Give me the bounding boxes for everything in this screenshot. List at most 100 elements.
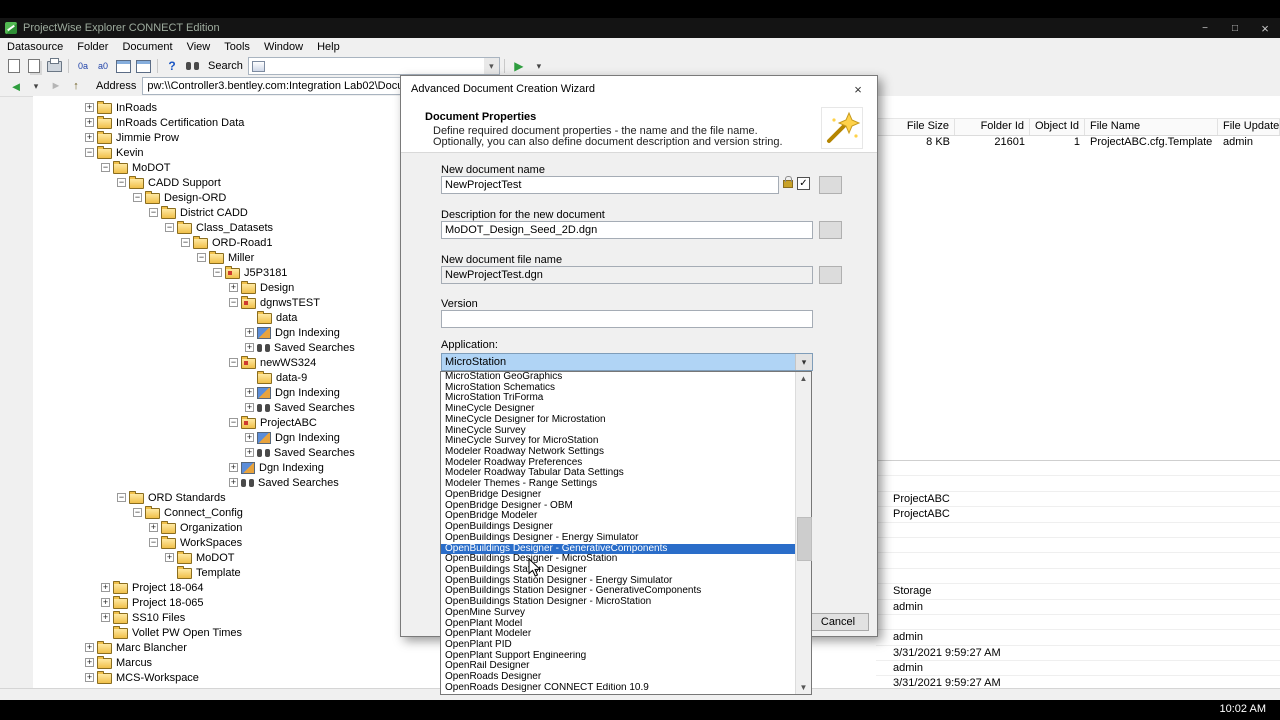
new-document-name-input[interactable] <box>441 176 779 194</box>
column-header-object-id[interactable]: Object Id <box>1030 119 1085 135</box>
expand-icon[interactable]: + <box>101 613 110 622</box>
column-header-file-size[interactable]: File Size <box>876 119 955 135</box>
dialog-titlebar[interactable]: Advanced Document Creation Wizard <box>401 76 877 102</box>
dropdown-option[interactable]: MineCycle Designer for Microstation <box>441 415 796 426</box>
dropdown-option[interactable]: OpenBuildings Station Designer - Energy … <box>441 576 796 587</box>
scroll-down-icon[interactable] <box>796 681 811 694</box>
expand-icon[interactable]: + <box>229 283 238 292</box>
menu-folder[interactable]: Folder <box>70 38 115 56</box>
close-button[interactable] <box>1250 18 1280 38</box>
copy-document-button[interactable] <box>24 57 44 75</box>
dropdown-option[interactable]: OpenBridge Modeler <box>441 511 796 522</box>
dropdown-option[interactable]: MineCycle Survey for MicroStation <box>441 436 796 447</box>
dropdown-option[interactable]: OpenRail Designer <box>441 661 796 672</box>
dropdown-option[interactable]: Modeler Roadway Network Settings <box>441 447 796 458</box>
collapse-icon[interactable]: − <box>149 538 158 547</box>
collapse-icon[interactable]: − <box>197 253 206 262</box>
expand-icon[interactable]: + <box>245 403 254 412</box>
description-input[interactable] <box>441 221 813 239</box>
menu-help[interactable]: Help <box>310 38 347 56</box>
collapse-icon[interactable]: − <box>213 268 222 277</box>
expand-icon[interactable]: + <box>101 583 110 592</box>
dropdown-option[interactable]: OpenBuildings Station Designer - MicroSt… <box>441 597 796 608</box>
sort-descending-button[interactable]: a0 <box>93 57 113 75</box>
run-search-button[interactable] <box>509 57 529 75</box>
expand-icon[interactable]: + <box>101 598 110 607</box>
dialog-close-button[interactable] <box>849 82 867 97</box>
dropdown-option[interactable]: OpenPlant Model <box>441 619 796 630</box>
dropdown-option[interactable]: OpenBridge Designer - OBM <box>441 501 796 512</box>
grid-view-button[interactable] <box>113 57 133 75</box>
dropdown-option[interactable]: Modeler Roadway Preferences <box>441 458 796 469</box>
dropdown-option[interactable]: MicroStation TriForma <box>441 393 796 404</box>
column-header-file-updated[interactable]: File Updated <box>1218 119 1280 135</box>
dropdown-option[interactable]: OpenBuildings Designer - MicroStation <box>441 554 796 565</box>
collapse-icon[interactable]: − <box>117 178 126 187</box>
expand-icon[interactable]: + <box>165 553 174 562</box>
dropdown-option[interactable]: OpenPlant Modeler <box>441 629 796 640</box>
menu-window[interactable]: Window <box>257 38 310 56</box>
expand-icon[interactable]: + <box>85 133 94 142</box>
maximize-button[interactable] <box>1220 18 1250 38</box>
dropdown-option[interactable]: Modeler Themes - Range Settings <box>441 479 796 490</box>
file-name-browse-button[interactable] <box>819 266 842 284</box>
dropdown-scrollbar[interactable] <box>795 372 812 694</box>
dropdown-option[interactable]: OpenRoads Designer <box>441 672 796 683</box>
dropdown-option[interactable]: OpenMine Survey <box>441 608 796 619</box>
expand-icon[interactable]: + <box>149 523 158 532</box>
expand-icon[interactable]: + <box>245 343 254 352</box>
help-button[interactable] <box>162 57 182 75</box>
scroll-up-icon[interactable] <box>796 372 811 385</box>
table-view-button[interactable] <box>133 57 153 75</box>
expand-icon[interactable]: + <box>85 643 94 652</box>
collapse-icon[interactable]: − <box>133 193 142 202</box>
menu-datasource[interactable]: Datasource <box>0 38 70 56</box>
collapse-icon[interactable]: − <box>85 148 94 157</box>
dropdown-option[interactable]: OpenBuildings Designer - GenerativeCompo… <box>441 543 796 555</box>
expand-icon[interactable]: + <box>85 658 94 667</box>
description-browse-button[interactable] <box>819 221 842 239</box>
scrollbar-thumb[interactable] <box>797 517 812 561</box>
expand-icon[interactable]: + <box>85 103 94 112</box>
expand-icon[interactable]: + <box>245 448 254 457</box>
collapse-icon[interactable]: − <box>229 418 238 427</box>
forward-button[interactable] <box>46 77 66 95</box>
application-select[interactable]: MicroStation <box>441 353 813 371</box>
dropdown-option[interactable]: OpenPlant PID <box>441 640 796 651</box>
expand-icon[interactable]: + <box>85 118 94 127</box>
menu-document[interactable]: Document <box>115 38 179 56</box>
menu-view[interactable]: View <box>180 38 218 56</box>
expand-icon[interactable]: + <box>245 328 254 337</box>
dropdown-option[interactable]: OpenBuildings Designer - Energy Simulato… <box>441 533 796 544</box>
expand-icon[interactable]: + <box>229 463 238 472</box>
collapse-icon[interactable]: − <box>229 358 238 367</box>
collapse-icon[interactable]: − <box>181 238 190 247</box>
document-list-row[interactable]: 8 KB 21601 1 ProjectABC.cfg.Template admin <box>876 135 1280 151</box>
dropdown-option[interactable]: MineCycle Survey <box>441 426 796 437</box>
collapse-icon[interactable]: − <box>133 508 142 517</box>
dropdown-option[interactable]: MicroStation GeoGraphics <box>441 372 796 383</box>
run-search-options-button[interactable] <box>529 57 549 75</box>
minimize-button[interactable] <box>1190 18 1220 38</box>
dropdown-option[interactable]: OpenRoads Designer CONNECT Edition 10.9 <box>441 683 796 694</box>
collapse-icon[interactable]: − <box>165 223 174 232</box>
back-button[interactable] <box>6 77 26 95</box>
dropdown-option[interactable]: Modeler Roadway Tabular Data Settings <box>441 468 796 479</box>
search-button[interactable] <box>182 57 202 75</box>
back-history-button[interactable] <box>26 77 46 95</box>
version-input[interactable] <box>441 310 813 328</box>
dropdown-option[interactable]: MicroStation Schematics <box>441 383 796 394</box>
dropdown-option[interactable]: OpenBuildings Station Designer - Generat… <box>441 586 796 597</box>
collapse-icon[interactable]: − <box>229 298 238 307</box>
column-header-folder-id[interactable]: Folder Id <box>955 119 1030 135</box>
dropdown-option[interactable]: MineCycle Designer <box>441 404 796 415</box>
cancel-button[interactable]: Cancel <box>807 613 869 631</box>
chevron-down-icon[interactable] <box>795 354 812 370</box>
name-checkbox[interactable] <box>797 177 810 190</box>
expand-icon[interactable]: + <box>245 433 254 442</box>
name-browse-button[interactable] <box>819 176 842 194</box>
column-header-file-name[interactable]: File Name <box>1085 119 1218 135</box>
expand-icon[interactable]: + <box>245 388 254 397</box>
dropdown-option[interactable]: OpenPlant Support Engineering <box>441 651 796 662</box>
file-name-input[interactable] <box>441 266 813 284</box>
